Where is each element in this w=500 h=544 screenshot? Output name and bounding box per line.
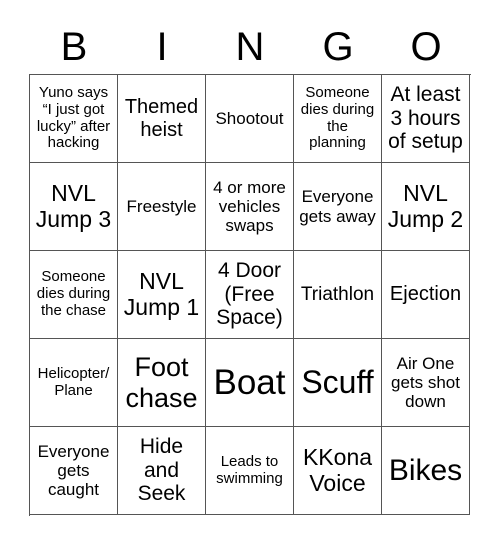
bingo-cell[interactable]: At least 3 hours of setup: [382, 75, 470, 163]
bingo-cell[interactable]: Air One gets shot down: [382, 339, 470, 427]
header-letter-b: B: [60, 25, 88, 69]
bingo-cell[interactable]: Everyone gets away: [294, 163, 382, 251]
bingo-cell[interactable]: Boat: [206, 339, 294, 427]
bingo-cell[interactable]: Shootout: [206, 75, 294, 163]
bingo-cell[interactable]: Someone dies during the chase: [30, 251, 118, 339]
bingo-cell[interactable]: Hide and Seek: [118, 427, 206, 515]
bingo-cell[interactable]: Ejection: [382, 251, 470, 339]
bingo-cell[interactable]: NVL Jump 1: [118, 251, 206, 339]
bingo-cell[interactable]: Helicopter/ Plane: [30, 339, 118, 427]
bingo-cell[interactable]: Foot chase: [118, 339, 206, 427]
bingo-grid: Yuno says “I just got lucky” after hacki…: [29, 74, 471, 516]
bingo-header: B I N G O: [30, 22, 470, 72]
bingo-cell[interactable]: 4 Door (Free Space): [206, 251, 294, 339]
bingo-cell[interactable]: NVL Jump 2: [382, 163, 470, 251]
header-letter-n: N: [235, 25, 265, 69]
header-letter-g: G: [322, 25, 354, 69]
bingo-cell[interactable]: KKona Voice: [294, 427, 382, 515]
header-letter-o: O: [410, 25, 442, 69]
bingo-cell[interactable]: Themed heist: [118, 75, 206, 163]
bingo-cell[interactable]: Leads to swimming: [206, 427, 294, 515]
bingo-cell[interactable]: Yuno says “I just got lucky” after hacki…: [30, 75, 118, 163]
bingo-cell[interactable]: Scuff: [294, 339, 382, 427]
bingo-cell[interactable]: NVL Jump 3: [30, 163, 118, 251]
bingo-cell[interactable]: Freestyle: [118, 163, 206, 251]
bingo-cell[interactable]: Someone dies during the planning: [294, 75, 382, 163]
bingo-cell[interactable]: Everyone gets caught: [30, 427, 118, 515]
header-letter-i: I: [156, 25, 168, 69]
bingo-cell[interactable]: Bikes: [382, 427, 470, 515]
bingo-cell[interactable]: Triathlon: [294, 251, 382, 339]
bingo-cell[interactable]: 4 or more vehicles swaps: [206, 163, 294, 251]
